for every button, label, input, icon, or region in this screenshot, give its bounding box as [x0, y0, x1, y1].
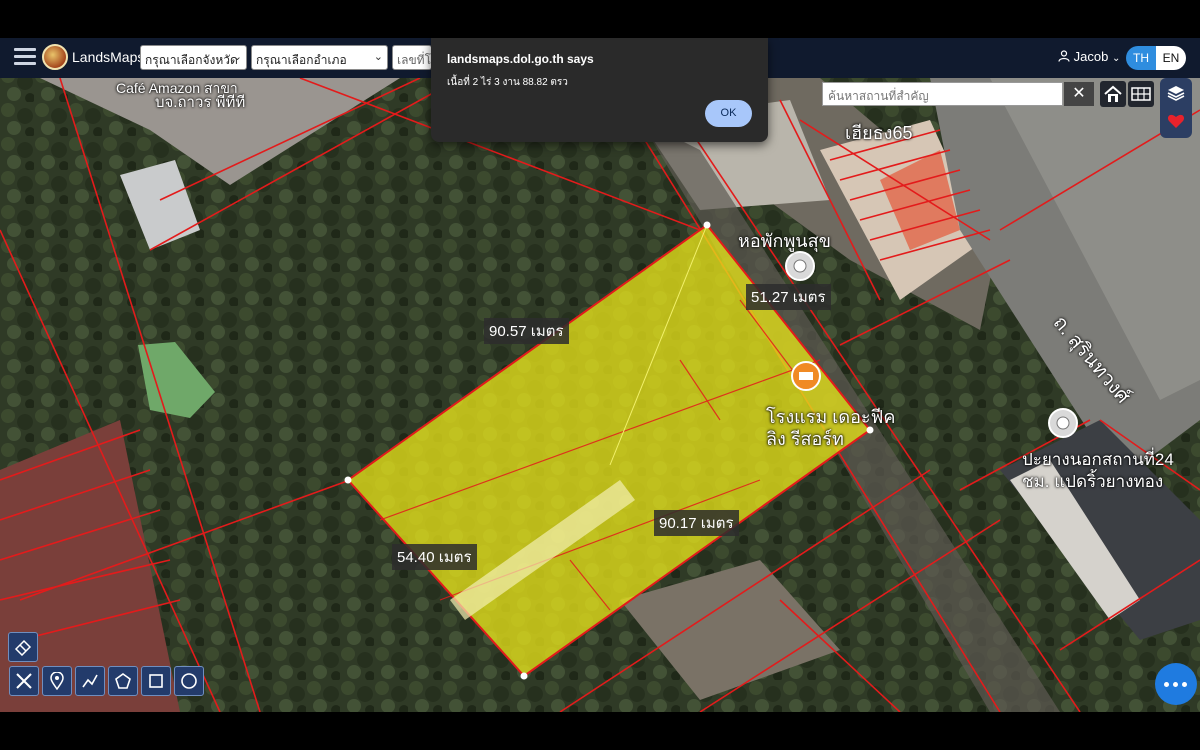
vertex-marker[interactable]: [520, 672, 528, 680]
eraser-icon: [14, 639, 32, 656]
clear-search-button[interactable]: ✕: [1064, 82, 1094, 106]
eraser-button[interactable]: [8, 632, 38, 662]
map-pin-icon: [50, 672, 64, 690]
marker-tool-button[interactable]: [42, 666, 72, 696]
map-canvas[interactable]: [0, 78, 1200, 712]
user-icon: [1058, 50, 1070, 62]
province-select-value: กรุณาเลือกจังหวัด: [145, 53, 238, 67]
parcel-number-input[interactable]: เลขที่โ: [392, 45, 432, 70]
hotel-poi-icon[interactable]: [791, 361, 821, 391]
brand-name: LandsMaps: [72, 49, 145, 65]
layers-icon: [1167, 86, 1185, 101]
province-select[interactable]: กรุณาเลือกจังหวัด ⌄: [140, 45, 247, 70]
letterbox-top: [0, 0, 1200, 38]
rectangle-icon: [149, 674, 163, 688]
dorm-poi-icon[interactable]: [785, 251, 815, 281]
place-search-input[interactable]: ค้นหาสถานที่สำคัญ: [822, 82, 1063, 106]
distance-label-top: 90.57 เมตร: [484, 318, 569, 344]
measure-tool-button[interactable]: [9, 666, 39, 696]
hotel-label-line2: ลิง รีสอร์ท: [766, 429, 844, 449]
dot-icon: [1173, 682, 1178, 687]
distance-label-right: 51.27 เมตร: [746, 284, 831, 310]
dialog-title: landsmaps.dol.go.th says: [447, 52, 594, 66]
hiang-label: เฮียธง65: [845, 123, 913, 143]
language-th-button[interactable]: TH: [1126, 46, 1156, 70]
heart-icon[interactable]: [1167, 112, 1185, 130]
station-poi-icon[interactable]: [1048, 408, 1078, 438]
close-icon: ✕: [1072, 85, 1086, 102]
distance-label-left: 54.40 เมตร: [392, 544, 477, 570]
ruler-icon: [16, 673, 32, 689]
rectangle-tool-button[interactable]: [141, 666, 171, 696]
user-menu[interactable]: Jacob ⌄: [1058, 49, 1120, 64]
cafe-label-line2: บจ.ถาวร พีทีที: [155, 94, 246, 111]
polyline-tool-button[interactable]: [75, 666, 105, 696]
grid-button[interactable]: [1128, 81, 1154, 107]
dialog-message: เนื้อที่ 2 ไร่ 3 งาน 88.82 ตรว: [447, 77, 568, 88]
distance-label-bottom: 90.17 เมตร: [654, 510, 739, 536]
chevron-down-icon: ⌄: [373, 51, 383, 63]
chevron-down-icon: ⌄: [232, 51, 242, 63]
map-layers-panel[interactable]: [1160, 78, 1192, 138]
dot-icon: [1182, 682, 1187, 687]
satellite-map[interactable]: Café Amazon สาขา บจ.ถาวร พีทีที เฮียธง65…: [0, 78, 1200, 712]
vertex-marker[interactable]: [703, 221, 711, 229]
chevron-down-icon: ⌄: [1111, 53, 1121, 64]
polygon-icon: [115, 673, 131, 689]
browser-alert-dialog: landsmaps.dol.go.th says เนื้อที่ 2 ไร่ …: [431, 38, 768, 142]
vertex-marker[interactable]: [344, 476, 352, 484]
language-en-button[interactable]: EN: [1156, 46, 1186, 70]
dot-icon: [1164, 682, 1169, 687]
home-icon: [1104, 85, 1122, 102]
grid-icon: [1131, 87, 1151, 101]
chat-button[interactable]: [1155, 663, 1197, 705]
district-select-value: กรุณาเลือกอำเภอ: [256, 53, 347, 67]
circle-tool-button[interactable]: [174, 666, 204, 696]
polygon-tool-button[interactable]: [108, 666, 138, 696]
district-select[interactable]: กรุณาเลือกอำเภอ ⌄: [251, 45, 388, 70]
menu-icon[interactable]: [14, 48, 36, 66]
home-button[interactable]: [1100, 81, 1126, 107]
station-label-line2: ชม. แปดริ้วยางทอง: [1022, 472, 1164, 491]
polyline-icon: [82, 674, 98, 688]
landsmaps-logo: [42, 44, 68, 70]
user-name: Jacob: [1073, 49, 1109, 64]
dorm-label: หอพักพูนสุข: [738, 231, 831, 251]
letterbox-bottom: [0, 712, 1200, 750]
circle-icon: [181, 673, 197, 689]
ok-button[interactable]: OK: [705, 100, 752, 127]
